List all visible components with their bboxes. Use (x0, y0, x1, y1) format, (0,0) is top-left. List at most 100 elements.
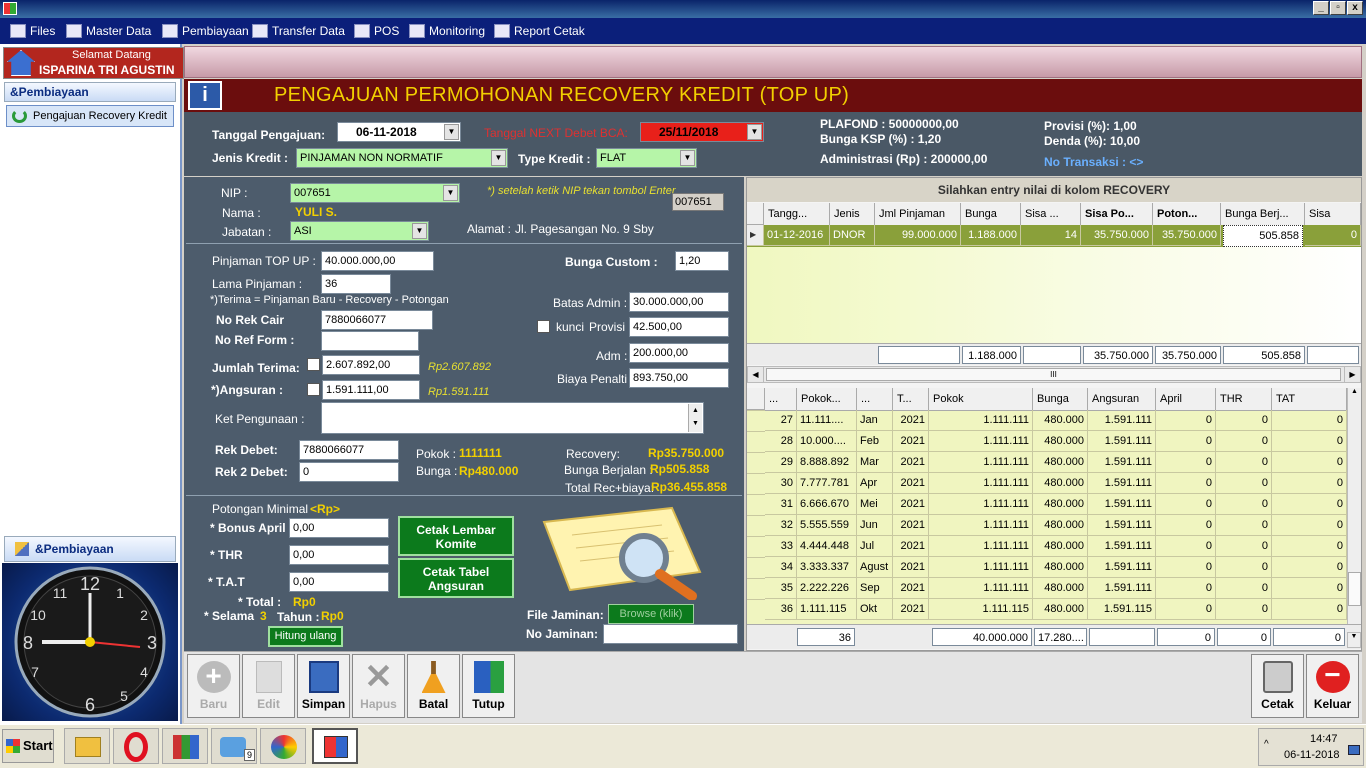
cell[interactable]: 1.591.111 (1088, 578, 1156, 599)
cetak-komite-button[interactable]: Cetak Lembar Komite (398, 516, 514, 556)
column-header[interactable]: Sisa (1305, 203, 1361, 226)
cell[interactable]: 2021 (893, 452, 929, 473)
cell[interactable]: 0 (1272, 431, 1347, 452)
column-header[interactable]: Pokok (929, 388, 1033, 411)
edit-button[interactable]: Edit (242, 654, 295, 718)
bonus-input[interactable]: 0,00 (289, 518, 389, 538)
column-header[interactable]: Tangg... (764, 203, 830, 226)
cell[interactable]: 0 (1272, 473, 1347, 494)
table-row[interactable]: 28 10.000.... Feb 2021 1.111.111 480.000 1.591… (747, 431, 1347, 452)
active-app-taskbar-icon[interactable] (312, 728, 358, 764)
nav-section-pembiayaan[interactable]: &Pembiayaan (4, 82, 176, 102)
ket-textarea[interactable] (321, 402, 704, 434)
scroll-left-icon[interactable]: ◀ (748, 367, 764, 382)
monitor-icon[interactable] (1348, 745, 1360, 755)
cell[interactable]: 0 (1156, 473, 1216, 494)
start-button[interactable]: Start (2, 729, 54, 763)
menu-pembiayaan[interactable]: Pembiayaan (160, 18, 249, 44)
angsuran-input[interactable]: 1.591.111,00 (322, 380, 420, 400)
cell[interactable]: 0 (1216, 452, 1272, 473)
cell[interactable]: 1.591.111 (1088, 557, 1156, 578)
cell[interactable]: 0 (1156, 599, 1216, 620)
cell[interactable]: 34 (765, 557, 797, 578)
provisi-input[interactable]: 42.500,00 (629, 317, 729, 337)
cell[interactable]: 0 (1156, 410, 1216, 431)
cell[interactable]: 1.591.111 (1088, 452, 1156, 473)
angsuran-checkbox[interactable] (307, 383, 320, 396)
column-header[interactable]: ... (765, 388, 797, 411)
cell[interactable]: 1.591.111 (1088, 431, 1156, 452)
keluar-button[interactable]: − Keluar (1306, 654, 1359, 718)
cell[interactable]: 1.111.111 (929, 452, 1033, 473)
column-header[interactable]: ... (857, 388, 893, 411)
chevron-down-icon[interactable]: ▼ (747, 124, 762, 140)
cell[interactable]: 1.111.111 (929, 494, 1033, 515)
hitung-ulang-button[interactable]: Hitung ulang (268, 626, 343, 647)
cell[interactable]: 3.333.337 (797, 557, 857, 578)
column-header[interactable]: Sisa Po... (1081, 203, 1153, 226)
thr-input[interactable]: 0,00 (289, 545, 389, 565)
scroll-right-icon[interactable]: ▶ (1344, 367, 1360, 382)
menu-report-cetak[interactable]: Report Cetak (492, 18, 585, 44)
cell[interactable]: 35 (765, 578, 797, 599)
cell[interactable]: 0 (1156, 515, 1216, 536)
cell[interactable]: DNOR (830, 225, 875, 246)
column-header[interactable]: T... (893, 388, 929, 411)
cell[interactable]: 0 (1216, 515, 1272, 536)
minimize-button[interactable]: _ (1313, 1, 1329, 15)
cell[interactable]: 480.000 (1033, 473, 1088, 494)
bunga-custom-input[interactable]: 1,20 (675, 251, 729, 271)
adm-input[interactable]: 200.000,00 (629, 343, 729, 363)
column-header[interactable]: Poton... (1153, 203, 1221, 226)
column-header[interactable]: Sisa ... (1021, 203, 1081, 226)
cell[interactable]: Jul (857, 536, 893, 557)
close-button[interactable]: x (1347, 1, 1363, 15)
tanggal-next-picker[interactable]: 25/11/2018 ▼ (640, 122, 764, 142)
cell[interactable]: 1.591.115 (1088, 599, 1156, 620)
cell[interactable]: 1.111.115 (929, 599, 1033, 620)
cell[interactable]: Apr (857, 473, 893, 494)
batal-button[interactable]: Batal (407, 654, 460, 718)
cell[interactable]: 0 (1272, 515, 1347, 536)
cell[interactable]: 6.666.670 (797, 494, 857, 515)
cell[interactable]: 480.000 (1033, 557, 1088, 578)
cell[interactable]: Okt (857, 599, 893, 620)
cetak-tabel-button[interactable]: Cetak Tabel Angsuran (398, 558, 514, 598)
cell[interactable]: 480.000 (1033, 410, 1088, 431)
cell[interactable]: 99.000.000 (875, 225, 961, 246)
cell[interactable]: 7.777.781 (797, 473, 857, 494)
cell[interactable]: 33 (765, 536, 797, 557)
cell[interactable]: 8.888.892 (797, 452, 857, 473)
no-rek-cair-input[interactable]: 7880066077 (321, 310, 433, 330)
nip-select[interactable]: 007651 ▼ (290, 183, 460, 203)
cell[interactable]: 10.000.... (797, 431, 857, 452)
app-taskbar-icon[interactable] (162, 728, 208, 764)
cell[interactable]: 0 (1216, 536, 1272, 557)
cell[interactable]: 1.591.111 (1088, 515, 1156, 536)
cell[interactable]: 1.111.111 (929, 557, 1033, 578)
scroll-thumb[interactable]: III (766, 368, 1341, 381)
cell[interactable]: 1.591.111 (1088, 410, 1156, 431)
type-kredit-select[interactable]: FLAT ▼ (596, 148, 697, 168)
table-row[interactable]: 34 3.333.337 Agust 2021 1.111.111 480.000 1.59… (747, 557, 1347, 578)
cell[interactable]: 35.750.000 (1153, 225, 1221, 246)
cell[interactable]: 0 (1216, 578, 1272, 599)
cell[interactable]: 2.222.226 (797, 578, 857, 599)
cell[interactable]: 1.111.111 (929, 578, 1033, 599)
browse-button[interactable]: Browse (klik) (608, 604, 694, 624)
cell[interactable]: 4.444.448 (797, 536, 857, 557)
cell[interactable]: 2021 (893, 578, 929, 599)
cell[interactable]: 480.000 (1033, 494, 1088, 515)
kunci-checkbox[interactable] (537, 320, 550, 333)
cell[interactable]: 0 (1156, 494, 1216, 515)
table-row[interactable]: 27 11.111.... Jan 2021 1.111.111 480.000 1.591… (747, 410, 1347, 431)
cell[interactable]: 30 (765, 473, 797, 494)
cell[interactable]: 0 (1216, 494, 1272, 515)
cell[interactable]: 480.000 (1033, 578, 1088, 599)
table-row[interactable]: 35 2.222.226 Sep 2021 1.111.111 480.000 1.591.… (747, 578, 1347, 599)
opera-taskbar-icon[interactable] (113, 728, 159, 764)
cell[interactable]: 0 (1216, 431, 1272, 452)
horizontal-scrollbar[interactable]: ◀ III ▶ (747, 366, 1361, 383)
table-row[interactable]: ▶ 01-12-2016 DNOR 99.000.000 1.188.000 1… (747, 225, 1361, 247)
lama-input[interactable]: 36 (321, 274, 391, 294)
